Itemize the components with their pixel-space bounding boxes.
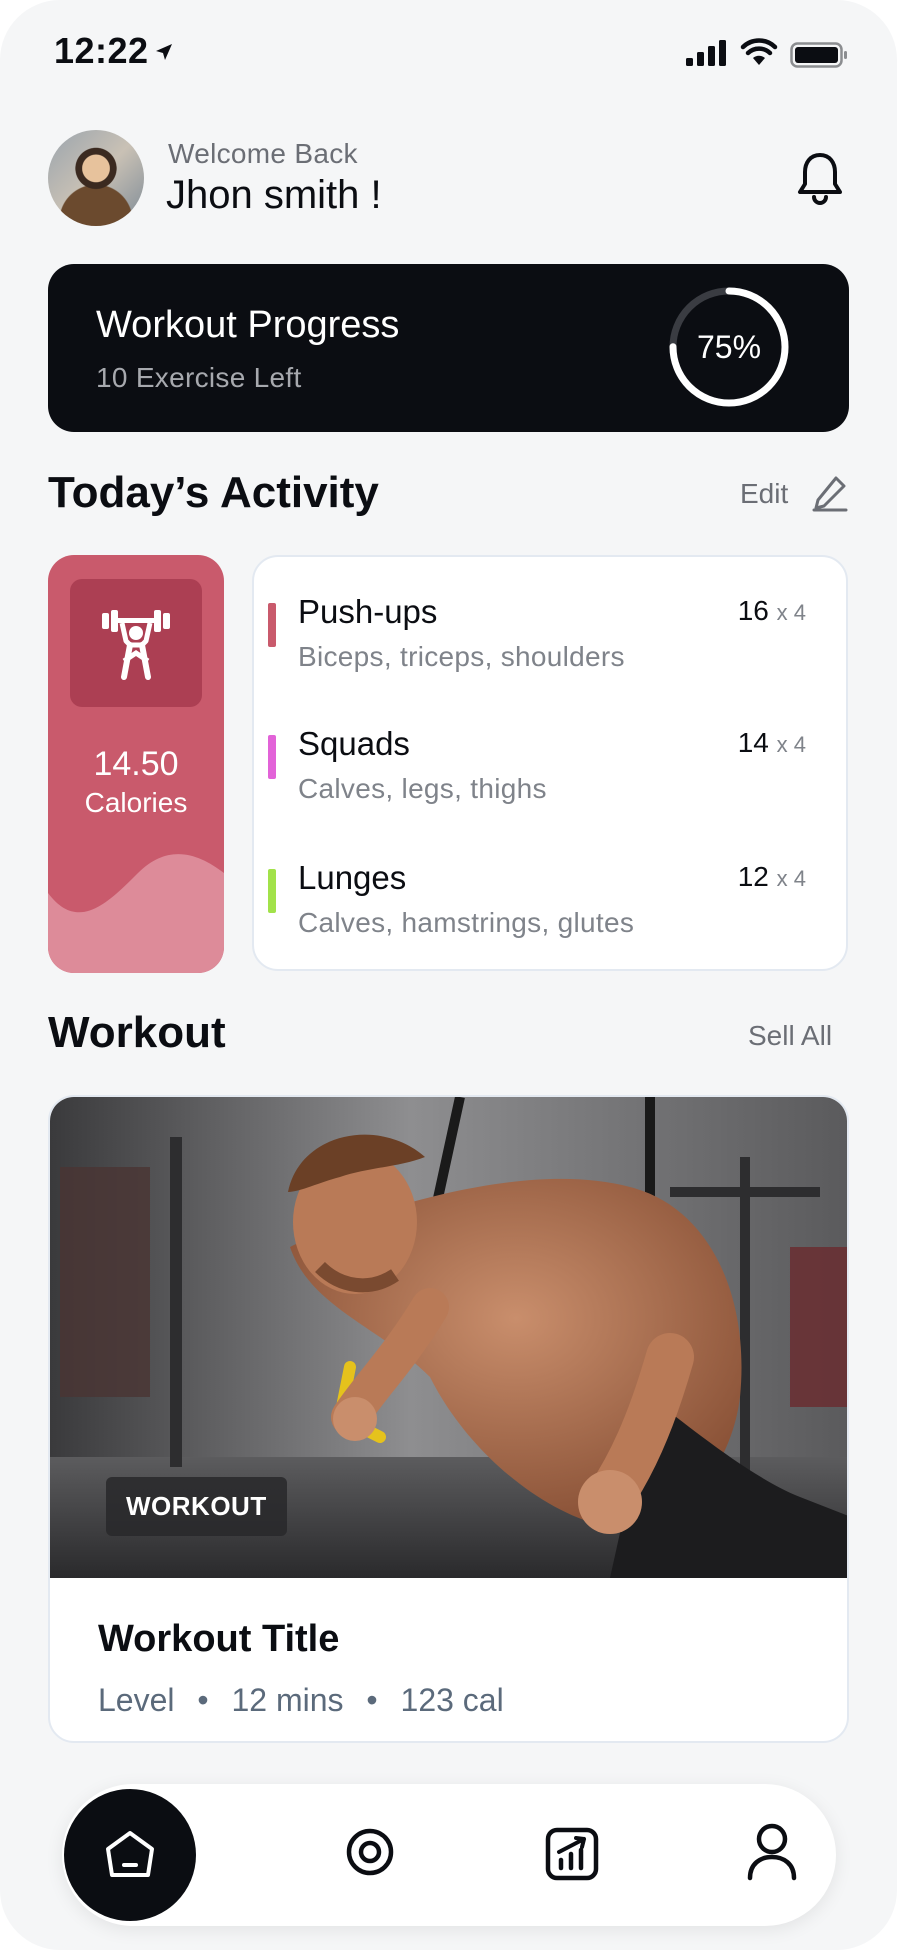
workout-section-title: Workout xyxy=(48,1008,226,1057)
app-screen: 12:22 Welcome Back Jhon smith ! Workout … xyxy=(0,0,897,1950)
exercise-sets: x 4 xyxy=(776,600,806,625)
stats-icon[interactable] xyxy=(544,1826,600,1882)
weightlifter-icon xyxy=(102,610,170,680)
status-bar: 12:22 xyxy=(0,0,897,100)
exercise-sets: x 4 xyxy=(776,866,806,891)
exercise-reps: 14 x 4 xyxy=(738,727,806,759)
exercise-muscles: Biceps, triceps, shoulders xyxy=(298,641,625,672)
calories-label: Calories xyxy=(84,787,188,818)
exercise-name: Push-ups xyxy=(298,593,438,630)
welcome-text: Welcome Back xyxy=(168,138,358,169)
exercise-reps-count: 14 xyxy=(737,727,769,758)
pencil-icon[interactable] xyxy=(812,474,848,512)
workout-meta: Level • 12 mins • 123 cal xyxy=(98,1682,504,1719)
exercise-row[interactable]: Lunges Calves, hamstrings, glutes 12 x 4 xyxy=(254,823,850,938)
avatar[interactable] xyxy=(48,130,144,226)
exercise-row[interactable]: Squads Calves, legs, thighs 14 x 4 xyxy=(254,689,850,804)
workout-card-title: Workout Title xyxy=(98,1618,340,1660)
user-name: Jhon smith ! xyxy=(166,173,382,217)
profile-icon[interactable] xyxy=(746,1822,798,1882)
exercise-color-bar xyxy=(268,603,276,647)
exercise-list-card: Push-ups Biceps, triceps, shoulders 16 x… xyxy=(252,555,848,971)
bottom-nav xyxy=(62,1784,836,1926)
activity-section-title: Today’s Activity xyxy=(48,468,379,517)
exercise-reps: 16 x 4 xyxy=(738,595,806,627)
battery-icon xyxy=(790,42,847,68)
exercise-name: Squads xyxy=(298,725,410,762)
workout-duration: 12 mins xyxy=(231,1682,344,1718)
exercise-reps-count: 12 xyxy=(737,861,769,892)
exercise-muscles: Calves, legs, thighs xyxy=(298,773,547,804)
workout-card[interactable]: WORKOUT Workout Title Level • 12 mins • … xyxy=(48,1095,849,1743)
see-all-link[interactable]: Sell All xyxy=(748,1020,832,1052)
workout-progress-card[interactable]: Workout Progress 10 Exercise Left 75% xyxy=(48,264,849,432)
bell-icon[interactable] xyxy=(796,150,844,206)
exercise-muscles: Calves, hamstrings, glutes xyxy=(298,907,635,938)
exercise-color-bar xyxy=(268,735,276,779)
progress-percent: 75% xyxy=(696,329,762,365)
wave-decoration xyxy=(48,854,224,973)
nav-home-button[interactable] xyxy=(64,1789,196,1921)
wifi-icon xyxy=(740,38,778,65)
workout-level: Level xyxy=(98,1682,175,1718)
calories-card[interactable]: 14.50 Calories xyxy=(48,555,224,973)
progress-title: Workout Progress xyxy=(96,304,400,346)
meta-separator: • xyxy=(366,1682,378,1718)
edit-link[interactable]: Edit xyxy=(740,478,788,510)
meta-separator: • xyxy=(197,1682,209,1718)
exercise-sets: x 4 xyxy=(776,732,806,757)
calories-value: 14.50 xyxy=(93,745,179,783)
status-time: 12:22 xyxy=(54,30,149,71)
exercise-reps-count: 16 xyxy=(737,595,769,626)
exercise-color-bar xyxy=(268,869,276,913)
workout-tag-badge: WORKOUT xyxy=(106,1477,287,1536)
target-icon[interactable] xyxy=(344,1826,396,1878)
home-icon xyxy=(106,1831,154,1877)
exercise-row[interactable]: Push-ups Biceps, triceps, shoulders 16 x… xyxy=(254,557,850,672)
cellular-signal-icon xyxy=(686,40,726,66)
progress-ring: 75% xyxy=(666,284,792,410)
workout-calories: 123 cal xyxy=(400,1682,504,1718)
weightlifter-icon-box xyxy=(70,579,202,707)
progress-subtitle: 10 Exercise Left xyxy=(96,362,302,393)
exercise-reps: 12 x 4 xyxy=(738,861,806,893)
location-arrow-icon xyxy=(156,44,172,60)
exercise-name: Lunges xyxy=(298,859,407,896)
